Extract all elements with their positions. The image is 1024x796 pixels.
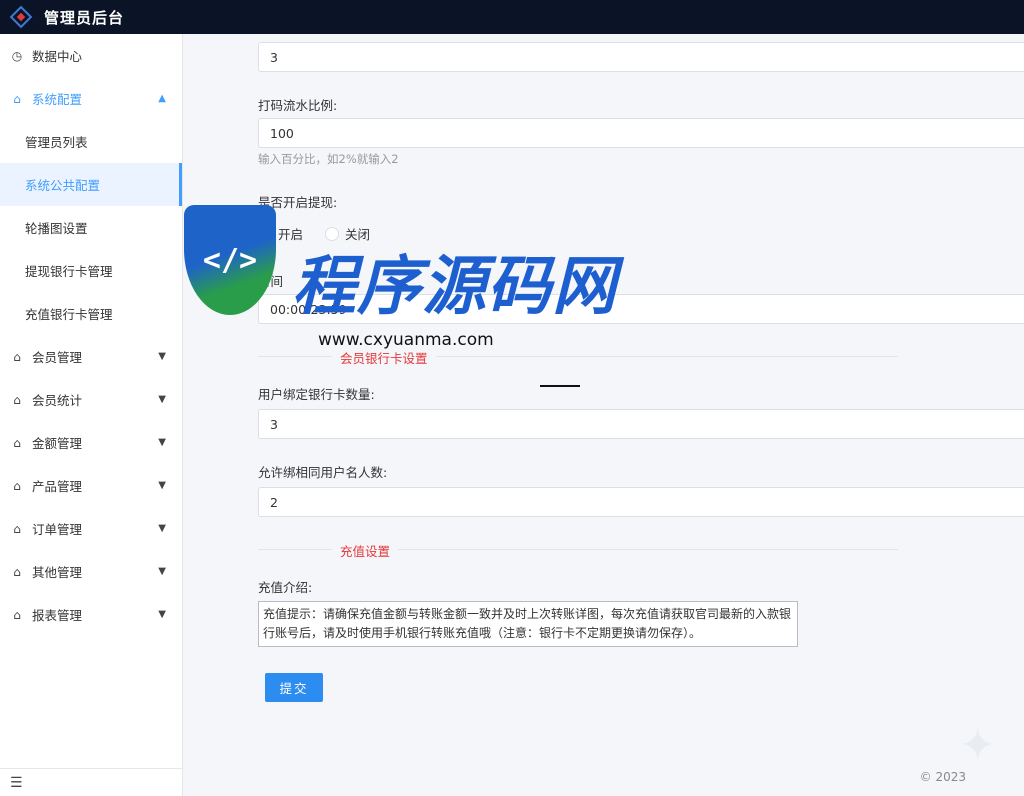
app-title: 管理员后台: [44, 8, 125, 27]
same-name-label: 允许绑相同用户名人数:: [258, 465, 388, 480]
chevron-down-icon: ▼: [158, 609, 166, 620]
withdraw-enabled-label: 是否开启提现:: [258, 195, 338, 210]
bet-ratio-hint: 输入百分比，如2%就输入2: [258, 152, 399, 166]
top-bar: 管理员后台: [0, 0, 1024, 34]
recharge-intro-textarea[interactable]: 充值提示：请确保充值金额与转账金额一致并及时上次转账详图，每次充值请获取官司最新…: [258, 601, 798, 647]
sidebar-sub-label: 管理员列表: [25, 135, 88, 150]
sidebar-item-product[interactable]: ⌂ 产品管理 ▼: [0, 464, 182, 507]
submit-button[interactable]: 提交: [265, 673, 323, 702]
sidebar-item-label: 报表管理: [32, 608, 83, 623]
sidebar-item-label: 产品管理: [32, 479, 83, 494]
sidebar-item-data-center[interactable]: ◷ 数据中心: [0, 34, 182, 77]
sidebar-sub-public-config[interactable]: 系统公共配置: [0, 163, 182, 206]
sidebar-item-other[interactable]: ⌂ 其他管理 ▼: [0, 550, 182, 593]
sidebar-item-report[interactable]: ⌂ 报表管理 ▼: [0, 593, 182, 636]
withdraw-time-input[interactable]: 00:00-23:59: [258, 294, 1024, 324]
sidebar-item-amount[interactable]: ⌂ 金额管理 ▼: [0, 421, 182, 464]
sidebar-sub-withdraw-card[interactable]: 提现银行卡管理: [0, 249, 182, 292]
sidebar-sub-admin-list[interactable]: 管理员列表: [0, 120, 182, 163]
home-icon: ⌂: [13, 607, 21, 622]
top-value-input[interactable]: 3: [258, 42, 1024, 72]
radio-withdraw-off[interactable]: 关闭: [325, 224, 370, 243]
chevron-down-icon: ▼: [158, 480, 166, 491]
radio-dot-icon: [325, 226, 340, 241]
home-icon: ⌂: [13, 392, 21, 407]
sidebar-sub-label: 充值银行卡管理: [25, 307, 113, 322]
sidebar-item-member[interactable]: ⌂ 会员管理 ▼: [0, 335, 182, 378]
withdraw-radio-group: 开启 关闭: [258, 224, 392, 243]
sidebar-item-label: 订单管理: [32, 522, 83, 537]
withdraw-time-label: 时间: [258, 274, 284, 289]
chevron-down-icon: ▼: [158, 394, 166, 405]
sidebar-item-label: 会员管理: [32, 350, 83, 365]
logo-icon: [9, 5, 33, 29]
radio-label: 开启: [278, 227, 304, 242]
bet-ratio-label: 打码流水比例:: [258, 98, 338, 113]
sidebar: ◷ 数据中心 ⌂ 系统配置 ▲ 管理员列表 系统公共配置 轮播图设置 提现银行卡…: [0, 34, 183, 796]
home-icon: ⌂: [13, 435, 21, 450]
sidebar-item-label: 其他管理: [32, 565, 83, 580]
sidebar-item-system-config[interactable]: ⌂ 系统配置 ▲: [0, 77, 182, 120]
collapse-menu-button[interactable]: ☰: [0, 768, 182, 796]
radio-label: 关闭: [345, 227, 371, 242]
bet-ratio-input[interactable]: 100: [258, 118, 1024, 148]
sidebar-sub-label: 轮播图设置: [25, 221, 88, 236]
home-icon: ⌂: [13, 349, 21, 364]
recharge-intro-label: 充值介绍:: [258, 580, 313, 595]
home-icon: ⌂: [13, 521, 21, 536]
home-icon: ⌂: [13, 564, 21, 579]
home-icon: ⌂: [13, 478, 21, 493]
clock-icon: ◷: [11, 48, 23, 63]
sidebar-item-label: 数据中心: [32, 49, 83, 64]
radio-withdraw-on[interactable]: 开启: [258, 224, 303, 243]
copyright: © 2023: [919, 770, 966, 784]
chevron-down-icon: ▼: [158, 351, 166, 362]
sidebar-sub-label: 系统公共配置: [25, 178, 101, 193]
chevron-down-icon: ▼: [158, 523, 166, 534]
home-icon: ⌂: [13, 91, 21, 106]
section-title-bank: 会员银行卡设置: [332, 348, 436, 367]
sidebar-item-label: 系统配置: [32, 92, 83, 107]
sidebar-sub-carousel[interactable]: 轮播图设置: [0, 206, 182, 249]
sidebar-item-label: 会员统计: [32, 393, 83, 408]
chevron-up-icon: ▲: [158, 93, 166, 104]
sidebar-sub-label: 提现银行卡管理: [25, 264, 113, 279]
same-name-input[interactable]: 2: [258, 487, 1024, 517]
main-content: 3 打码流水比例: 100 输入百分比，如2%就输入2 是否开启提现: 开启 关…: [184, 34, 1024, 796]
chevron-down-icon: ▼: [158, 437, 166, 448]
chevron-down-icon: ▼: [158, 566, 166, 577]
section-title-recharge: 充值设置: [332, 541, 399, 560]
sidebar-item-member-stats[interactable]: ⌂ 会员统计 ▼: [0, 378, 182, 421]
sidebar-sub-recharge-card[interactable]: 充值银行卡管理: [0, 292, 182, 335]
radio-dot-icon: [258, 226, 272, 241]
bind-count-input[interactable]: 3: [258, 409, 1024, 439]
menu-collapse-icon: ☰: [10, 774, 23, 791]
sidebar-item-order[interactable]: ⌂ 订单管理 ▼: [0, 507, 182, 550]
sparkle-icon: ✦: [959, 720, 996, 771]
bind-count-label: 用户绑定银行卡数量:: [258, 387, 375, 402]
sidebar-item-label: 金额管理: [32, 436, 83, 451]
